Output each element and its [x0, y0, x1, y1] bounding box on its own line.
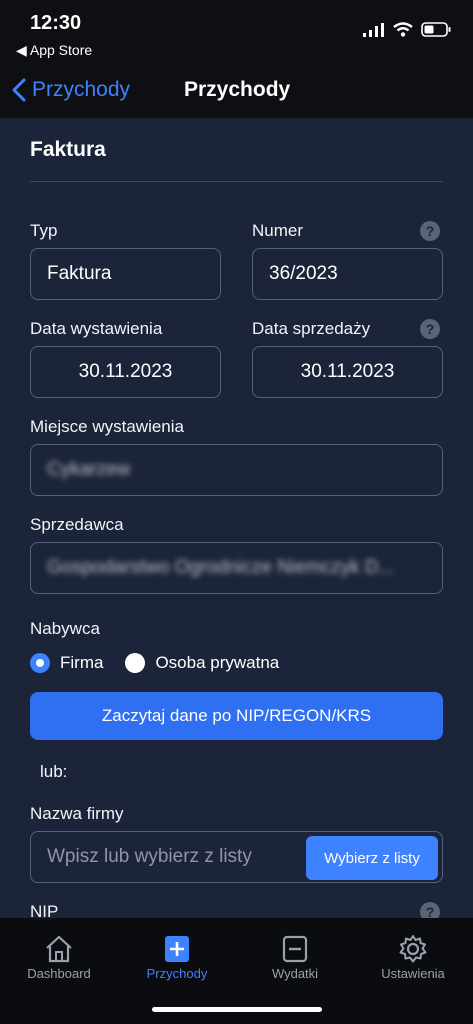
number-value: 36/2023 — [269, 263, 338, 284]
nip-help-icon[interactable]: ? — [420, 902, 440, 918]
sale-date-label: Data sprzedaży — [252, 319, 371, 338]
top-bar: 12:30 ◀ App Store Przychody Przychody — [0, 0, 473, 118]
tab-dashboard[interactable]: Dashboard — [4, 932, 114, 981]
wifi-icon — [393, 22, 413, 37]
nip-label: NIP — [30, 902, 59, 918]
divider — [30, 181, 443, 182]
type-value: Faktura — [47, 263, 112, 284]
minus-square-icon — [282, 935, 308, 963]
seller-value: Gospodarstwo Ogrodnicze Niemczyk D... — [47, 557, 395, 578]
chevron-left-icon — [12, 78, 26, 102]
seller-field[interactable]: Gospodarstwo Ogrodnicze Niemczyk D... — [30, 542, 443, 594]
buyer-type-radio-group: Firma Osoba prywatna — [30, 653, 279, 673]
tab-ustawienia-label: Ustawienia — [381, 966, 445, 981]
type-label: Typ — [30, 221, 58, 240]
sale-date-field[interactable]: 30.11.2023 — [252, 346, 443, 398]
nav-back-label: Przychody — [32, 78, 131, 101]
number-help-icon[interactable]: ? — [420, 221, 440, 241]
fetch-by-nip-button[interactable]: Zaczytaj dane po NIP/REGON/KRS — [30, 692, 443, 740]
page-title: Przychody — [184, 78, 291, 101]
number-label: Numer — [252, 221, 304, 240]
status-time: 12:30 — [30, 12, 82, 34]
plus-square-icon — [165, 936, 189, 962]
number-field[interactable]: 36/2023 — [252, 248, 443, 300]
pick-from-list-button[interactable]: Wybierz z listy — [306, 836, 438, 880]
issue-date-label: Data wystawienia — [30, 319, 163, 338]
place-value: Cykarzew — [47, 459, 131, 480]
battery-icon — [421, 22, 451, 37]
place-field[interactable]: Cykarzew — [30, 444, 443, 496]
radio-firma-label[interactable]: Firma — [60, 653, 103, 673]
sale-date-help-icon[interactable]: ? — [420, 319, 440, 339]
tab-ustawienia[interactable]: Ustawienia — [358, 932, 468, 981]
status-icons — [363, 22, 451, 37]
back-to-app-store[interactable]: ◀ App Store — [16, 42, 92, 59]
section-title: Faktura — [30, 138, 106, 161]
buyer-label: Nabywca — [30, 619, 100, 638]
company-name-placeholder: Wpisz lub wybierz z listy — [47, 846, 252, 867]
place-label: Miejsce wystawienia — [30, 417, 184, 436]
seller-label: Sprzedawca — [30, 515, 124, 534]
tab-przychody[interactable]: Przychody — [122, 932, 232, 981]
company-name-field[interactable]: Wpisz lub wybierz z listy Wybierz z list… — [30, 831, 443, 883]
issue-date-value: 30.11.2023 — [78, 361, 173, 382]
nav-back-button[interactable]: Przychody — [12, 78, 130, 102]
issue-date-field[interactable]: 30.11.2023 — [30, 346, 221, 398]
tab-wydatki-label: Wydatki — [271, 966, 319, 981]
type-field[interactable]: Faktura — [30, 248, 221, 300]
gear-icon — [399, 935, 427, 963]
radio-osoba-prywatna-label[interactable]: Osoba prywatna — [155, 653, 279, 673]
radio-firma[interactable] — [30, 653, 50, 673]
signal-icon — [363, 22, 384, 37]
home-indicator — [152, 1007, 322, 1012]
company-name-label: Nazwa firmy — [30, 804, 124, 823]
tab-dashboard-label: Dashboard — [27, 966, 91, 981]
or-label: lub: — [40, 762, 68, 781]
invoice-form: Faktura Typ Numer ? Faktura 36/2023 Data… — [0, 118, 473, 918]
tab-wydatki[interactable]: Wydatki — [240, 932, 350, 981]
home-icon — [46, 935, 72, 963]
radio-osoba-prywatna[interactable] — [125, 653, 146, 673]
sale-date-value: 30.11.2023 — [300, 361, 395, 382]
tab-przychody-label: Przychody — [146, 966, 208, 981]
